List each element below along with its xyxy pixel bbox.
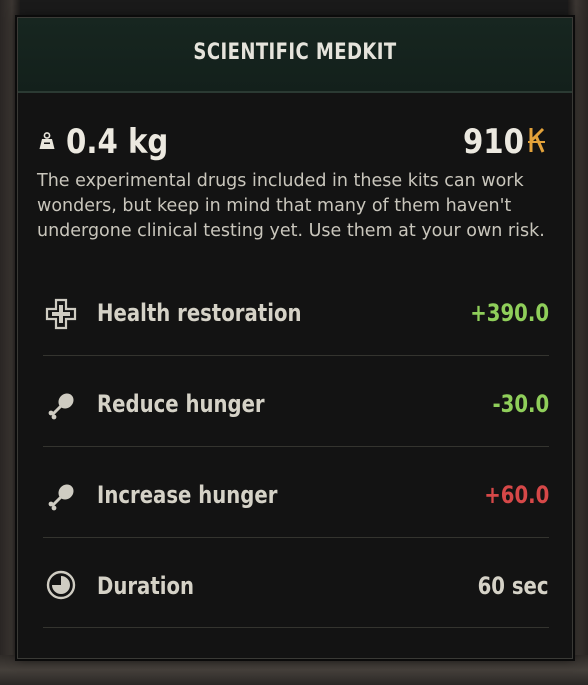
stat-divider — [43, 537, 549, 538]
stat-row-health-restoration: Health restoration +390.0 — [43, 269, 549, 359]
stat-label: Duration — [97, 572, 195, 600]
stat-divider — [43, 446, 549, 447]
item-weight: 0.4 kg — [66, 122, 169, 162]
stat-row-duration: Duration 60 sec — [43, 542, 549, 632]
stat-label: Reduce hunger — [97, 390, 265, 418]
stat-value: +390.0 — [470, 299, 549, 327]
currency-icon — [528, 127, 545, 153]
timer-icon — [46, 570, 76, 600]
stat-label: Increase hunger — [97, 481, 278, 509]
background-bottom — [0, 655, 588, 685]
stat-row-increase-hunger: Increase hunger +60.0 — [43, 451, 549, 541]
stat-value: -30.0 — [492, 390, 549, 418]
stat-divider — [43, 355, 549, 356]
item-tooltip-panel: SCIENTIFIC MEDKIT 0.4 kg 910 The experim… — [17, 17, 573, 659]
drumstick-icon — [48, 484, 74, 511]
item-description: The experimental drugs included in these… — [37, 171, 545, 241]
item-price: 910 — [462, 122, 524, 162]
health-cross-icon — [45, 298, 77, 330]
stat-value: 60 sec — [478, 572, 549, 600]
stat-label: Health restoration — [97, 299, 302, 327]
drumstick-icon — [48, 393, 74, 420]
stat-row-reduce-hunger: Reduce hunger -30.0 — [43, 360, 549, 450]
stat-value: +60.0 — [483, 481, 549, 509]
stat-divider — [43, 627, 549, 628]
item-header: SCIENTIFIC MEDKIT — [18, 18, 572, 93]
item-title: SCIENTIFIC MEDKIT — [193, 40, 397, 65]
weight-icon — [39, 132, 55, 149]
